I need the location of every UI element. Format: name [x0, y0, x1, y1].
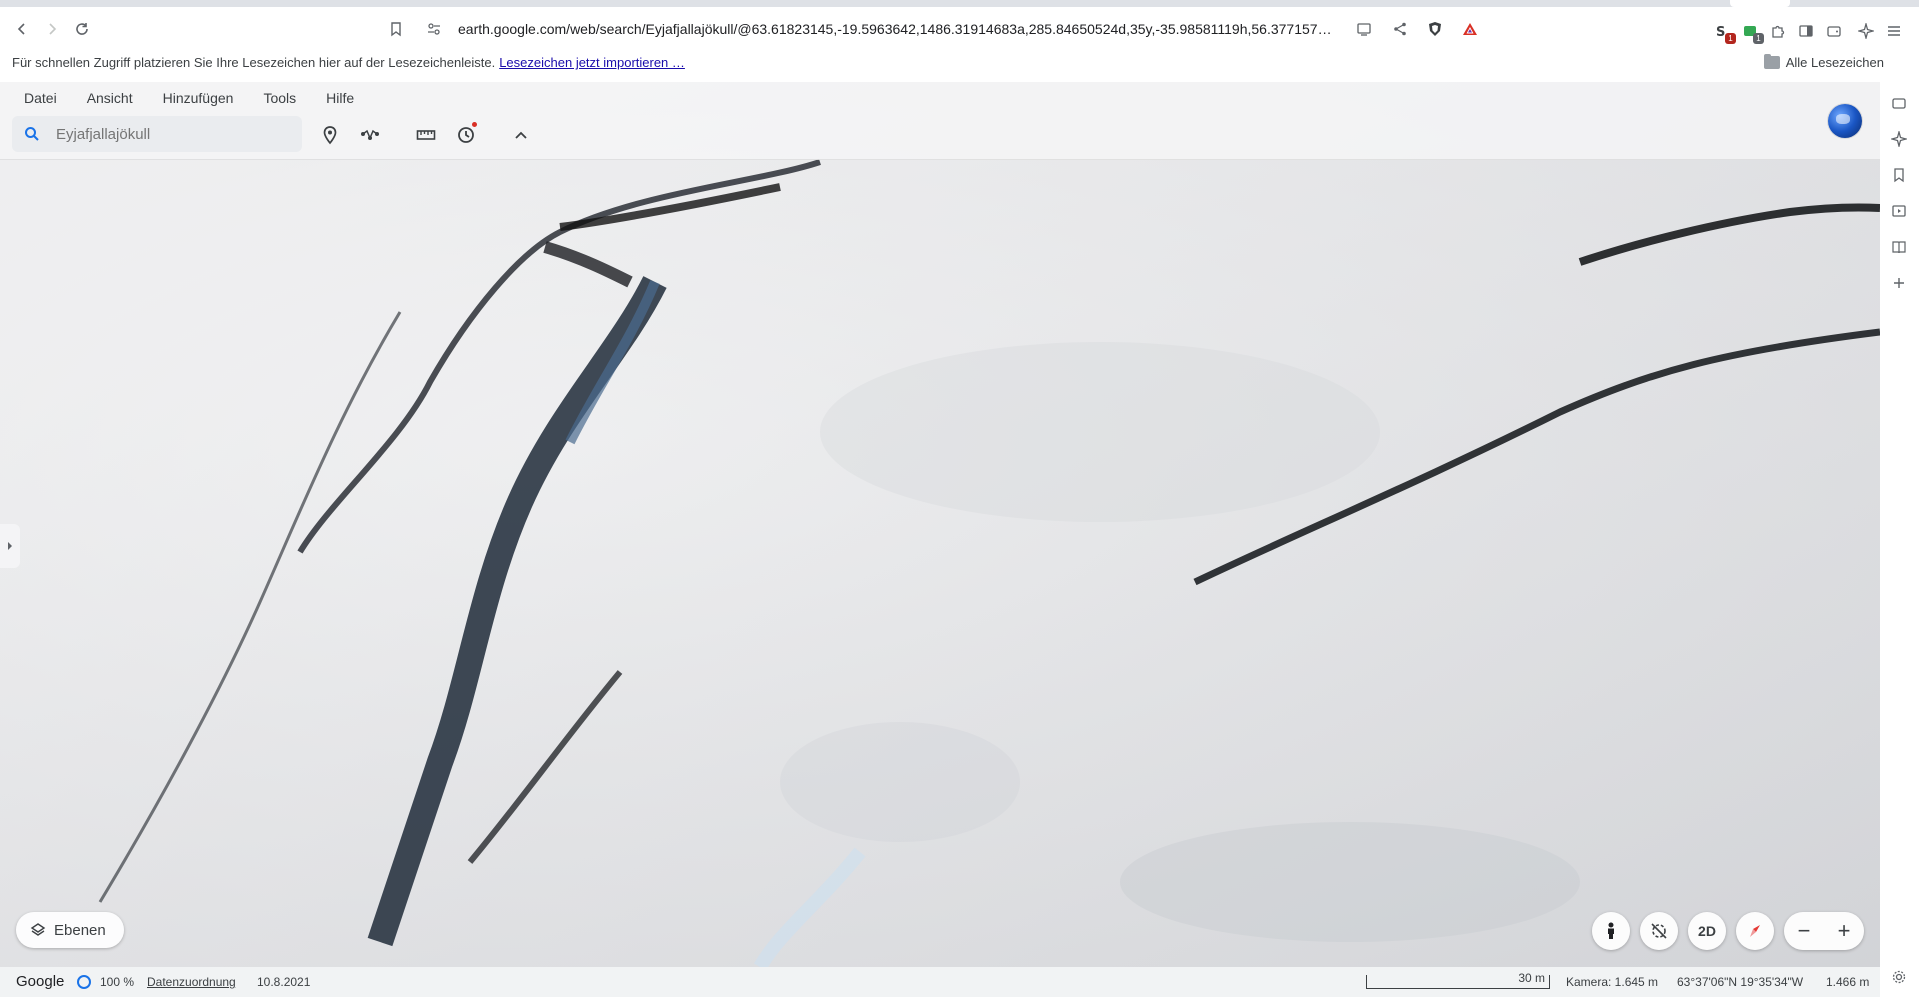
loading-indicator-icon	[77, 975, 91, 989]
menu-ansicht[interactable]: Ansicht	[87, 90, 133, 106]
all-bookmarks-button[interactable]: Alle Lesezeichen	[1763, 54, 1884, 70]
reading-list-panel-icon[interactable]	[1890, 238, 1908, 256]
zoom-controls: − +	[1784, 912, 1864, 950]
menu-hinzufuegen[interactable]: Hinzufügen	[163, 90, 234, 106]
layers-label: Ebenen	[54, 921, 106, 939]
site-settings-icon[interactable]	[424, 19, 444, 39]
search-icon	[25, 127, 39, 141]
brave-shield-icon[interactable]	[1425, 19, 1445, 39]
menu-tools[interactable]: Tools	[263, 90, 296, 106]
earth-search-box[interactable]	[12, 116, 302, 152]
tilt-button[interactable]	[1640, 912, 1678, 950]
globe-icon[interactable]	[1828, 104, 1862, 138]
bookmarks-bar: Für schnellen Zugriff platzieren Sie Ihr…	[0, 49, 1919, 77]
bookmarks-hint-text: Für schnellen Zugriff platzieren Sie Ihr…	[12, 55, 496, 70]
history-icon[interactable]	[453, 122, 479, 148]
add-panel-icon[interactable]	[1890, 274, 1908, 292]
extension-badge-2: 1	[1753, 33, 1764, 44]
imagery-date: 10.8.2021	[257, 975, 311, 989]
zoom-out-button[interactable]: −	[1784, 912, 1824, 950]
pegman-button[interactable]	[1592, 912, 1630, 950]
forward-arrow-icon[interactable]	[40, 17, 64, 41]
browser-toolbar: earth.google.com/web/search/Eyjafjallajö…	[0, 7, 1919, 49]
active-tab-edge[interactable]	[1730, 0, 1790, 7]
extension-icon-2[interactable]: 1	[1740, 21, 1764, 44]
all-bookmarks-label: Alle Lesezeichen	[1785, 55, 1884, 70]
browser-sidebar-rail	[1880, 82, 1919, 997]
view-2d-button[interactable]: 2D	[1688, 912, 1726, 950]
glacier-terrain-imagery	[0, 82, 1880, 967]
menu-datei[interactable]: Datei	[24, 90, 57, 106]
loading-percent: 100 %	[100, 975, 135, 989]
extension-icon-1[interactable]: S 1	[1712, 21, 1736, 44]
bookmarks-hint: Für schnellen Zugriff platzieren Sie Ihr…	[12, 55, 685, 70]
reload-icon[interactable]	[70, 17, 94, 41]
share-icon[interactable]	[1390, 19, 1410, 39]
ground-altitude: 1.466 m	[1826, 975, 1870, 989]
folder-icon	[1763, 54, 1780, 69]
pegman-icon	[1608, 922, 1614, 939]
earth-status-bar: Google 100 % Datenzuordnung 10.8.2021 30…	[0, 967, 1880, 997]
svg-text:S: S	[1716, 25, 1725, 39]
url-text[interactable]: earth.google.com/web/search/Eyjafjallajö…	[458, 21, 1348, 37]
scale-label: 30 m	[1518, 971, 1545, 985]
tab-strip	[0, 0, 1919, 7]
wallet-icon[interactable]	[1824, 21, 1844, 41]
earth-menu: Datei Ansicht Hinzufügen Tools Hilfe	[24, 90, 384, 106]
path-icon[interactable]	[357, 122, 383, 148]
data-attribution-link[interactable]: Datenzuordnung	[147, 975, 236, 989]
scale-bar: 30 m	[1366, 971, 1550, 989]
extension-badge-1: 1	[1725, 33, 1736, 44]
compass-button[interactable]	[1736, 912, 1774, 950]
camera-altitude: Kamera: 1.645 m	[1566, 975, 1659, 989]
compass-icon	[1750, 925, 1760, 937]
history-notification-dot	[472, 122, 477, 127]
ruler-icon[interactable]	[413, 122, 439, 148]
search-input[interactable]	[56, 124, 286, 144]
zoom-in-button[interactable]: +	[1824, 912, 1864, 950]
address-bar[interactable]: earth.google.com/web/search/Eyjafjallajö…	[380, 13, 1500, 45]
menu-hilfe[interactable]: Hilfe	[326, 90, 354, 106]
wallet-panel-icon[interactable]	[1890, 94, 1908, 112]
earth-toolbar: Datei Ansicht Hinzufügen Tools Hilfe	[0, 82, 1880, 160]
extensions-puzzle-icon[interactable]	[1768, 21, 1788, 41]
placemark-icon[interactable]	[317, 122, 343, 148]
earth-map-viewport[interactable]: Datei Ansicht Hinzufügen Tools Hilfe Eyj…	[0, 82, 1880, 967]
google-logo: Google	[16, 973, 65, 990]
menu-icon[interactable]	[1884, 21, 1904, 41]
tilt-icon	[1651, 923, 1667, 939]
sidebar-expand-button[interactable]	[0, 524, 20, 568]
sidebar-toggle-icon[interactable]	[1796, 21, 1816, 41]
cast-icon[interactable]	[1354, 19, 1374, 39]
bookmarks-panel-icon[interactable]	[1890, 166, 1908, 184]
leo-panel-icon[interactable]	[1890, 130, 1908, 148]
brave-rewards-icon[interactable]	[1460, 19, 1480, 39]
cursor-coordinates: 63°37'06"N 19°35'34"W	[1677, 975, 1804, 989]
chevron-right-icon	[8, 542, 12, 550]
playlist-panel-icon[interactable]	[1890, 202, 1908, 220]
import-bookmarks-link[interactable]: Lesezeichen jetzt importieren …	[499, 55, 685, 70]
gear-icon[interactable]	[1890, 968, 1908, 986]
back-arrow-icon[interactable]	[10, 17, 34, 41]
layers-button[interactable]: Ebenen	[16, 912, 124, 948]
chevron-up-icon[interactable]	[508, 122, 534, 148]
layers-icon	[30, 923, 46, 936]
bookmark-icon[interactable]	[386, 19, 406, 39]
leo-ai-icon[interactable]	[1856, 21, 1876, 41]
